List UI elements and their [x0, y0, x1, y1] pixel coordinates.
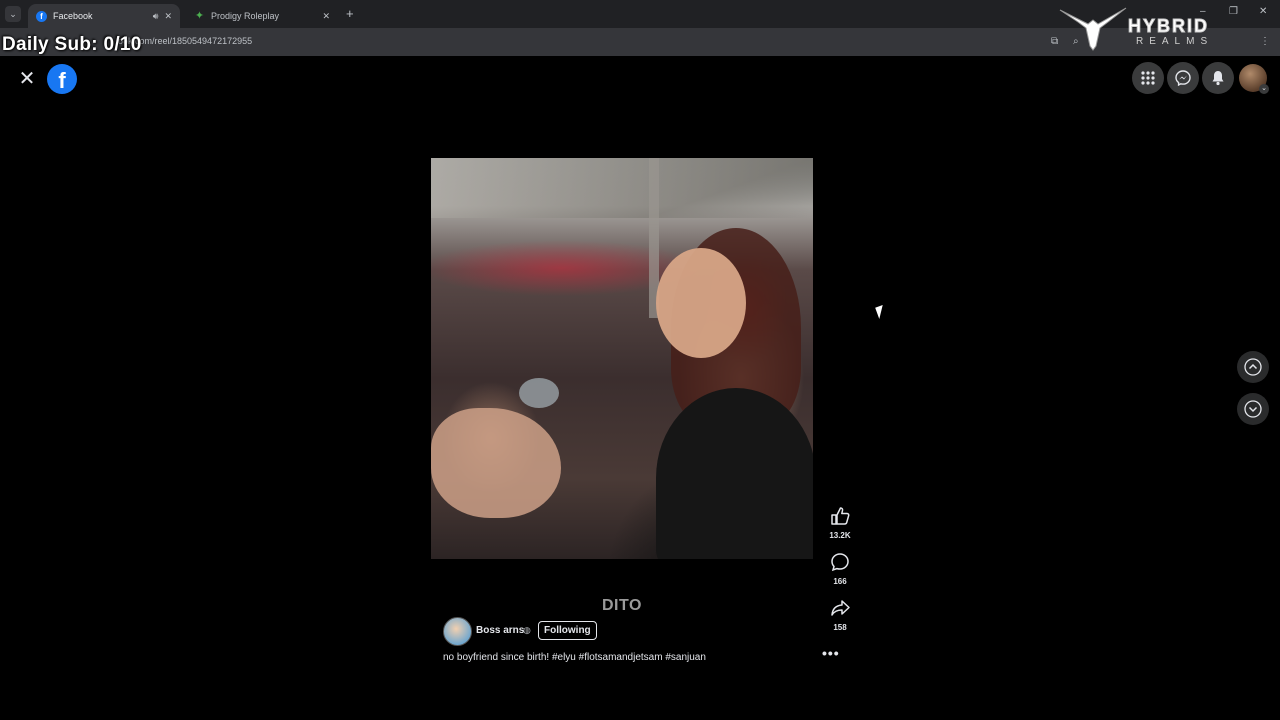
video-scene-top	[656, 388, 813, 559]
mouse-cursor-icon	[875, 304, 887, 320]
like-action[interactable]: 13.2K	[822, 505, 858, 540]
account-caret-icon[interactable]: ⌄	[1259, 84, 1269, 94]
reel-video[interactable]	[431, 158, 813, 559]
reel-caption: no boyfriend since birth! #elyu #flotsam…	[443, 652, 706, 663]
hybrid-realms-watermark: HYBRID REALMS	[1058, 2, 1258, 52]
messenger-button[interactable]	[1167, 62, 1199, 94]
apps-grid-button[interactable]	[1132, 62, 1164, 94]
author-name[interactable]: Boss arns	[476, 625, 524, 636]
tab-title: Prodigy Roleplay	[211, 11, 280, 21]
apps-grid-icon	[1141, 71, 1155, 85]
following-button[interactable]: Following	[538, 621, 597, 640]
globe-icon: ◍	[523, 625, 531, 635]
close-reel-button[interactable]: ✕	[14, 66, 40, 92]
tab-title: Facebook	[53, 11, 93, 21]
share-action[interactable]: 158	[822, 597, 858, 632]
video-scene-face	[656, 248, 746, 358]
author-avatar[interactable]	[443, 617, 472, 646]
comment-count: 166	[833, 577, 847, 586]
new-tab-button[interactable]: +	[346, 6, 354, 21]
next-reel-button[interactable]	[1237, 393, 1269, 425]
facebook-favicon-icon: f	[36, 10, 47, 22]
chevron-up-icon	[1244, 358, 1262, 376]
video-scene-hand	[431, 408, 561, 518]
share-arrow-icon	[831, 600, 850, 616]
eagle-logo-icon	[1059, 7, 1127, 51]
video-scene-awning	[431, 158, 813, 218]
previous-reel-button[interactable]	[1237, 351, 1269, 383]
share-count: 158	[833, 623, 847, 632]
comment-action[interactable]: 166	[822, 551, 858, 586]
chevron-down-icon	[1244, 400, 1262, 418]
more-options-icon[interactable]: •••	[822, 645, 839, 661]
prodigy-favicon-icon: ✦	[194, 9, 205, 22]
notifications-bell-icon	[1212, 71, 1224, 86]
facebook-logo[interactable]: f	[47, 64, 77, 94]
reel-overlay-text: DITO	[602, 597, 642, 614]
comment-bubble-icon	[831, 553, 849, 572]
tab-close-icon[interactable]: ✕	[164, 11, 172, 22]
watermark-title: HYBRID	[1127, 16, 1210, 37]
messenger-icon	[1175, 70, 1191, 86]
tab-close-icon[interactable]: ✕	[322, 11, 330, 22]
watermark-subtitle: REALMS	[1136, 36, 1214, 47]
tab-audio-icon[interactable]: 🔊︎	[153, 11, 159, 22]
daily-sub-overlay: Daily Sub: 0/10	[2, 34, 142, 55]
tab-search-dropdown-icon[interactable]: ⌄	[5, 6, 21, 22]
notifications-button[interactable]	[1202, 62, 1234, 94]
window-close-button[interactable]: ✕	[1259, 6, 1267, 17]
video-scene-microphone	[519, 378, 559, 408]
like-thumb-icon	[831, 507, 850, 525]
like-count: 13.2K	[829, 531, 851, 540]
tab-facebook[interactable]: f Facebook 🔊︎ ✕	[28, 4, 180, 28]
browser-menu-icon[interactable]: ⋮	[1260, 36, 1270, 47]
tab-prodigy-roleplay[interactable]: ✦ Prodigy Roleplay ✕	[186, 4, 338, 28]
